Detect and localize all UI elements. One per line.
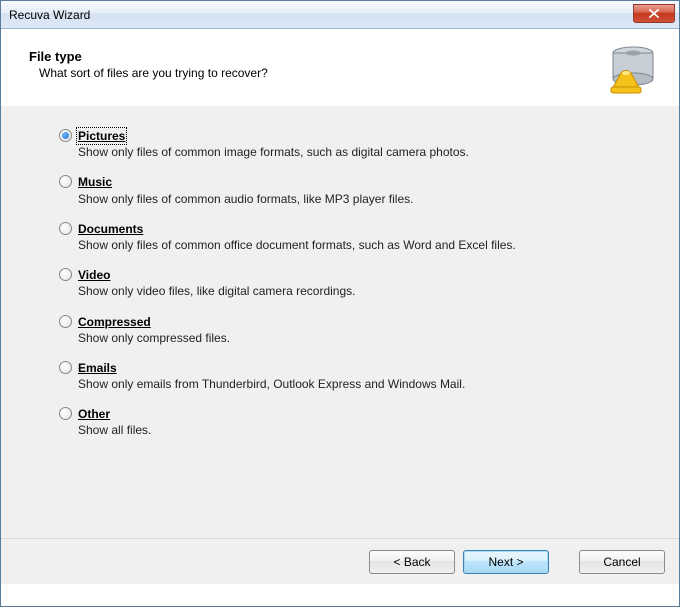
window-title: Recuva Wizard	[9, 8, 90, 22]
close-icon	[649, 9, 659, 18]
option-label: Other	[78, 407, 110, 421]
option-text: Other Show all files.	[78, 406, 151, 438]
option-documents[interactable]: Documents Show only files of common offi…	[59, 221, 657, 253]
option-music[interactable]: Music Show only files of common audio fo…	[59, 174, 657, 206]
option-description: Show only emails from Thunderbird, Outlo…	[78, 377, 465, 391]
option-description: Show only video files, like digital came…	[78, 284, 355, 298]
option-text: Documents Show only files of common offi…	[78, 221, 516, 253]
option-description: Show only files of common office documen…	[78, 238, 516, 252]
option-text: Pictures Show only files of common image…	[78, 128, 469, 160]
option-pictures[interactable]: Pictures Show only files of common image…	[59, 128, 657, 160]
radio-emails[interactable]	[59, 361, 72, 374]
option-video[interactable]: Video Show only video files, like digita…	[59, 267, 657, 299]
page-description: What sort of files are you trying to rec…	[29, 66, 268, 80]
option-description: Show all files.	[78, 423, 151, 437]
titlebar[interactable]: Recuva Wizard	[1, 1, 679, 29]
option-label: Compressed	[78, 315, 151, 329]
back-button[interactable]: < Back	[369, 550, 455, 574]
option-description: Show only files of common image formats,…	[78, 145, 469, 159]
wizard-header: File type What sort of files are you try…	[1, 29, 679, 105]
next-button[interactable]: Next >	[463, 550, 549, 574]
radio-pictures[interactable]	[59, 129, 72, 142]
radio-compressed[interactable]	[59, 315, 72, 328]
recovery-icon	[605, 43, 657, 95]
header-text: File type What sort of files are you try…	[29, 43, 268, 80]
option-text: Music Show only files of common audio fo…	[78, 174, 413, 206]
option-label: Video	[78, 268, 110, 282]
wizard-footer: < Back Next > Cancel	[1, 538, 679, 584]
close-button[interactable]	[633, 4, 675, 23]
option-label: Emails	[78, 361, 117, 375]
radio-music[interactable]	[59, 175, 72, 188]
option-label: Music	[78, 175, 112, 189]
cancel-button[interactable]: Cancel	[579, 550, 665, 574]
option-text: Video Show only video files, like digita…	[78, 267, 355, 299]
option-description: Show only compressed files.	[78, 331, 230, 345]
option-other[interactable]: Other Show all files.	[59, 406, 657, 438]
option-compressed[interactable]: Compressed Show only compressed files.	[59, 314, 657, 346]
option-label: Documents	[78, 222, 143, 236]
options-panel: Pictures Show only files of common image…	[1, 106, 679, 538]
radio-documents[interactable]	[59, 222, 72, 235]
page-title: File type	[29, 49, 268, 64]
radio-video[interactable]	[59, 268, 72, 281]
radio-other[interactable]	[59, 407, 72, 420]
option-emails[interactable]: Emails Show only emails from Thunderbird…	[59, 360, 657, 392]
option-text: Compressed Show only compressed files.	[78, 314, 230, 346]
option-text: Emails Show only emails from Thunderbird…	[78, 360, 465, 392]
option-description: Show only files of common audio formats,…	[78, 192, 413, 206]
option-label: Pictures	[78, 129, 125, 143]
